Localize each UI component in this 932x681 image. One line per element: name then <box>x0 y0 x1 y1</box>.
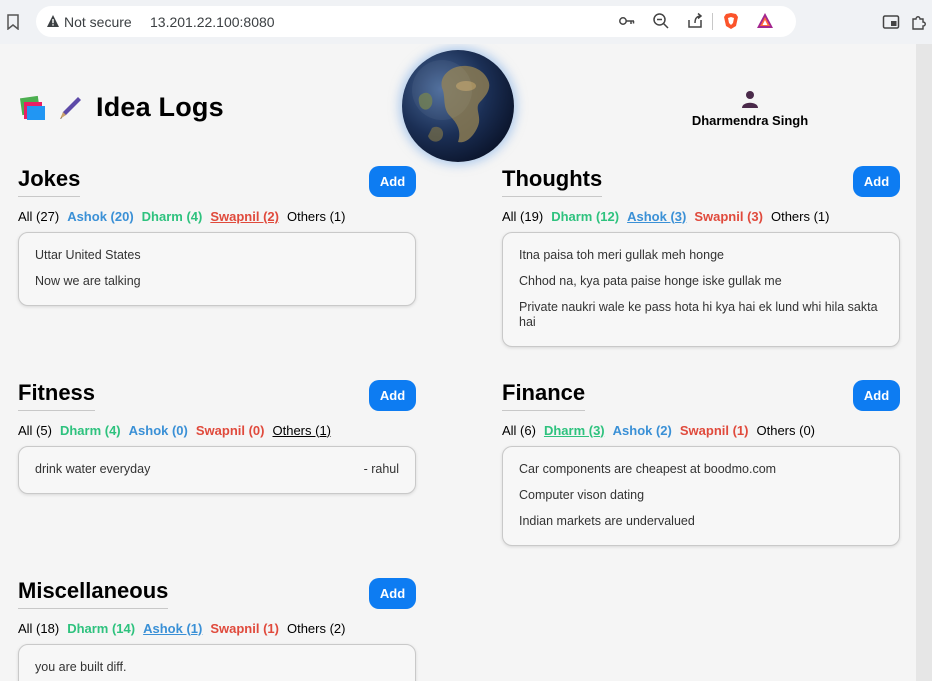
browser-toolbar: Not secure 13.201.22.100:8080 <box>0 0 932 44</box>
security-label[interactable]: Not secure <box>64 14 132 30</box>
add-button[interactable]: Add <box>369 578 416 609</box>
address-bar[interactable]: Not secure 13.201.22.100:8080 <box>36 6 796 37</box>
entry-author: - rahul <box>363 462 399 476</box>
user-icon[interactable] <box>741 90 759 108</box>
filter-dharm[interactable]: Dharm (4) <box>142 209 203 224</box>
entry-item: you are built diff. <box>35 660 127 674</box>
section-title: Thoughts <box>502 166 603 197</box>
entry-item: Private naukri wale ke pass hota hi kya … <box>519 300 878 329</box>
page-content: Idea Logs Dharmendra Singh Jokes Add All… <box>0 44 916 681</box>
section-miscellaneous: Miscellaneous Add All (18) Dharm (14) As… <box>18 578 416 681</box>
filter-swapnil[interactable]: Swapnil (2) <box>210 209 279 224</box>
entry-item: Indian markets are undervalued <box>519 514 695 528</box>
filter-bar: All (6) Dharm (3) Ashok (2) Swapnil (1) … <box>502 420 900 440</box>
filter-others[interactable]: Others (1) <box>273 423 332 438</box>
url-text[interactable]: 13.201.22.100:8080 <box>150 14 275 30</box>
filter-all[interactable]: All (27) <box>18 209 59 224</box>
pen-icon <box>60 96 81 119</box>
filter-others[interactable]: Others (1) <box>771 209 830 224</box>
filter-dharm[interactable]: Dharm (12) <box>551 209 619 224</box>
filter-all[interactable]: All (19) <box>502 209 543 224</box>
filter-ashok[interactable]: Ashok (1) <box>143 621 202 636</box>
section-fitness: Fitness Add All (5) Dharm (4) Ashok (0) … <box>18 380 416 494</box>
section-title: Finance <box>502 380 586 411</box>
user-profile[interactable]: Dharmendra Singh <box>670 90 830 128</box>
filter-bar: All (5) Dharm (4) Ashok (0) Swapnil (0) … <box>18 420 416 440</box>
zoom-out-icon[interactable] <box>652 12 670 30</box>
entries-card: you are built diff. <box>18 644 416 681</box>
filter-swapnil[interactable]: Swapnil (0) <box>196 423 265 438</box>
entry-item: Itna paisa toh meri gullak meh honge <box>519 248 724 262</box>
section-thoughts: Thoughts Add All (19) Dharm (12) Ashok (… <box>502 166 900 347</box>
add-button[interactable]: Add <box>369 380 416 411</box>
section-title: Miscellaneous <box>18 578 169 609</box>
filter-bar: All (27) Ashok (20) Dharm (4) Swapnil (2… <box>18 206 416 226</box>
entry-item: Uttar United States <box>35 248 141 262</box>
user-name: Dharmendra Singh <box>691 113 809 128</box>
entry-item: drink water everyday - rahul <box>35 462 399 477</box>
filter-ashok[interactable]: Ashok (0) <box>129 423 188 438</box>
books-icon <box>19 95 45 120</box>
add-button[interactable]: Add <box>853 380 900 411</box>
filter-ashok[interactable]: Ashok (2) <box>613 423 672 438</box>
entry-item: Car components are cheapest at boodmo.co… <box>519 462 777 476</box>
filter-others[interactable]: Others (1) <box>287 209 346 224</box>
filter-bar: All (19) Dharm (12) Ashok (3) Swapnil (3… <box>502 206 900 226</box>
add-button[interactable]: Add <box>369 166 416 197</box>
filter-ashok[interactable]: Ashok (3) <box>627 209 686 224</box>
filter-swapnil[interactable]: Swapnil (3) <box>694 209 763 224</box>
warning-icon[interactable] <box>46 14 60 28</box>
filter-all[interactable]: All (5) <box>18 423 52 438</box>
share-icon[interactable] <box>686 12 704 30</box>
entry-item: Now we are talking <box>35 274 141 288</box>
section-jokes: Jokes Add All (27) Ashok (20) Dharm (4) … <box>18 166 416 306</box>
section-finance: Finance Add All (6) Dharm (3) Ashok (2) … <box>502 380 900 546</box>
section-title: Fitness <box>18 380 96 411</box>
entry-item: Chhod na, kya pata paise honge iske gull… <box>519 274 782 288</box>
scrollbar[interactable] <box>916 44 932 681</box>
bookmark-icon[interactable] <box>6 14 20 30</box>
filter-ashok[interactable]: Ashok (20) <box>67 209 133 224</box>
entries-card: Uttar United States Now we are talking <box>18 232 416 306</box>
toolbar-separator <box>712 13 713 30</box>
filter-all[interactable]: All (18) <box>18 621 59 636</box>
entries-card: drink water everyday - rahul <box>18 446 416 494</box>
site-title: Idea Logs <box>96 92 224 122</box>
add-button[interactable]: Add <box>853 166 900 197</box>
filter-others[interactable]: Others (2) <box>287 621 346 636</box>
filter-all[interactable]: All (6) <box>502 423 536 438</box>
filter-dharm[interactable]: Dharm (4) <box>60 423 121 438</box>
extensions-icon[interactable] <box>910 13 928 31</box>
filter-others[interactable]: Others (0) <box>757 423 816 438</box>
key-icon[interactable] <box>618 12 636 30</box>
globe-image <box>402 50 514 162</box>
section-title: Jokes <box>18 166 81 197</box>
filter-bar: All (18) Dharm (14) Ashok (1) Swapnil (1… <box>18 618 416 638</box>
brave-shields-icon[interactable] <box>722 12 740 30</box>
filter-dharm[interactable]: Dharm (14) <box>67 621 135 636</box>
entry-item: Computer vison dating <box>519 488 645 502</box>
entries-card: Car components are cheapest at boodmo.co… <box>502 446 900 546</box>
filter-dharm[interactable]: Dharm (3) <box>544 423 605 438</box>
site-logo: Idea Logs <box>18 92 224 123</box>
picture-in-picture-icon[interactable] <box>882 13 900 31</box>
brave-rewards-icon[interactable] <box>756 12 774 30</box>
filter-swapnil[interactable]: Swapnil (1) <box>210 621 279 636</box>
filter-swapnil[interactable]: Swapnil (1) <box>680 423 749 438</box>
entries-card: Itna paisa toh meri gullak meh honge Chh… <box>502 232 900 347</box>
entry-text: drink water everyday <box>35 462 151 476</box>
